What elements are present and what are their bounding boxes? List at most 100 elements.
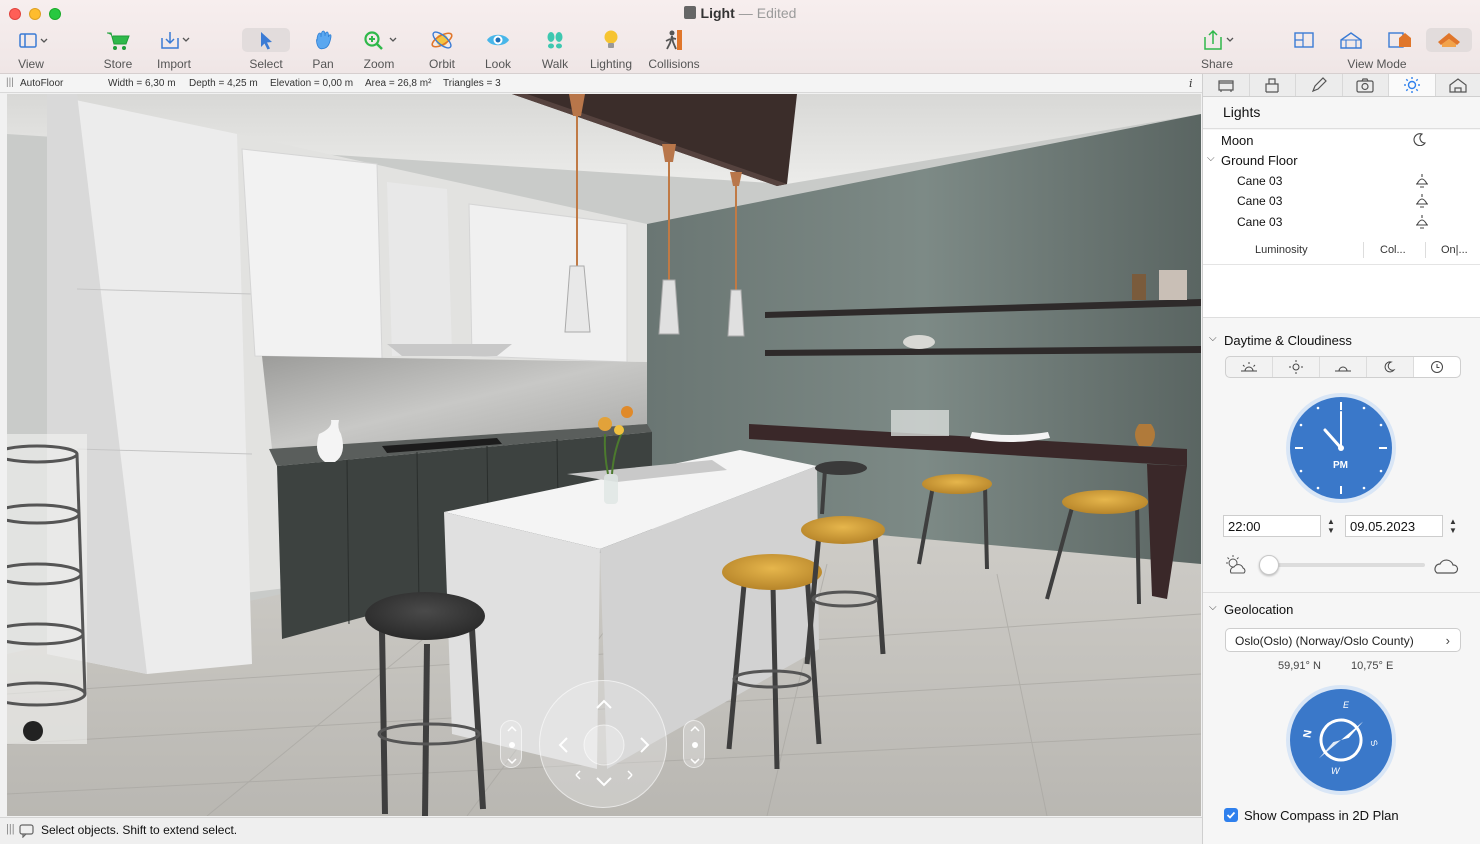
- chevron-down-icon[interactable]: ⌵: [1209, 602, 1217, 613]
- compass-west-label: W: [1331, 766, 1340, 776]
- floorplan-2d-icon: [1294, 32, 1314, 48]
- cloud-icon: [1434, 559, 1459, 574]
- pan-label: Pan: [312, 57, 334, 71]
- orbit-icon: [431, 31, 453, 49]
- checkmark-icon: [1226, 811, 1236, 819]
- orbit-label: Orbit: [428, 57, 455, 71]
- arrow-cursor-icon: [261, 32, 272, 50]
- view-label: View: [18, 57, 44, 71]
- night-button[interactable]: [1367, 357, 1414, 377]
- date-stepper[interactable]: ▲ ▼: [1447, 515, 1459, 537]
- compass-dial[interactable]: [1285, 684, 1397, 796]
- tab-lights[interactable]: [1389, 74, 1436, 96]
- show-compass-checkbox[interactable]: [1224, 808, 1238, 822]
- navigation-joystick[interactable]: [539, 680, 667, 808]
- app-window: Light — Edited View Store Import Select Pa…: [0, 0, 1480, 844]
- light-bulb-icon: [604, 30, 618, 48]
- select-label: Select: [249, 57, 283, 71]
- lamp-icon: [1416, 194, 1428, 208]
- chevron-down-icon[interactable]: ⌵: [1209, 333, 1217, 344]
- sunrise-button[interactable]: [1226, 357, 1273, 377]
- column-on-off[interactable]: On|...: [1441, 244, 1468, 256]
- info-icon[interactable]: i: [1189, 77, 1193, 90]
- tab-house[interactable]: [1436, 74, 1480, 96]
- window-title: Light — Edited: [0, 5, 1480, 21]
- look-tool-button[interactable]: Look: [477, 28, 519, 71]
- clock-icon: [1431, 361, 1443, 373]
- zoom-tool-button[interactable]: Zoom: [356, 28, 402, 71]
- divider: [1203, 317, 1480, 318]
- moon-icon: [1384, 361, 1396, 373]
- sunset-icon: [1335, 366, 1351, 372]
- elevation-value: Elevation = 0,00 m: [270, 78, 354, 89]
- view-mode-2d-button[interactable]: [1290, 28, 1318, 52]
- lights-list-empty: [1203, 265, 1480, 317]
- share-button[interactable]: Share: [1196, 28, 1238, 71]
- tree-item-light[interactable]: Cane 03: [1237, 194, 1282, 208]
- lighting-button[interactable]: Lighting: [588, 28, 634, 71]
- collision-person-icon: [665, 30, 682, 50]
- store-button[interactable]: Store: [96, 28, 140, 71]
- panel-title: Lights: [1223, 104, 1261, 120]
- custom-time-button[interactable]: [1414, 357, 1460, 377]
- daytime-segmented-control: [1225, 356, 1461, 378]
- geolocation-heading[interactable]: Geolocation: [1224, 602, 1293, 617]
- collisions-button[interactable]: Collisions: [646, 28, 702, 71]
- zoom-icon: [364, 31, 397, 50]
- 3d-viewport[interactable]: [7, 94, 1201, 816]
- tab-camera[interactable]: [1343, 74, 1389, 96]
- tree-item-light[interactable]: Cane 03: [1237, 174, 1282, 188]
- column-divider: [1363, 242, 1364, 258]
- status-grip-icon[interactable]: |||: [6, 823, 15, 835]
- column-luminosity[interactable]: Luminosity: [1255, 244, 1308, 256]
- sunset-button[interactable]: [1320, 357, 1367, 377]
- layer-name: AutoFloor: [20, 78, 64, 89]
- longitude-value: 10,75° E: [1351, 660, 1394, 672]
- tab-furniture[interactable]: [1203, 74, 1250, 96]
- tree-item-light[interactable]: Cane 03: [1237, 215, 1282, 229]
- show-compass-label[interactable]: Show Compass in 2D Plan: [1244, 808, 1399, 823]
- tree-item-ground-floor[interactable]: Ground Floor: [1221, 153, 1298, 168]
- import-button[interactable]: Import: [152, 28, 196, 71]
- view-button[interactable]: View: [10, 28, 52, 71]
- tab-materials[interactable]: [1296, 74, 1343, 96]
- time-stepper[interactable]: ▲ ▼: [1325, 515, 1337, 537]
- noon-button[interactable]: [1273, 357, 1320, 377]
- elevation-right-control[interactable]: [683, 720, 705, 768]
- cloudiness-slider-thumb[interactable]: [1259, 555, 1279, 575]
- select-tool-button[interactable]: Select: [244, 28, 288, 71]
- daytime-heading[interactable]: Daytime & Cloudiness: [1224, 333, 1352, 348]
- pitch-arrows-icon: [690, 725, 700, 765]
- tab-building[interactable]: [1250, 74, 1296, 96]
- view-mode-render-button[interactable]: [1435, 28, 1463, 52]
- roof-house-icon: [1438, 33, 1460, 47]
- orbit-tool-button[interactable]: Orbit: [420, 28, 464, 71]
- import-label: Import: [156, 57, 191, 71]
- share-icon: [1204, 29, 1234, 50]
- elevation-arrows-icon: [507, 725, 517, 765]
- grip-handle-icon[interactable]: |||: [6, 77, 14, 88]
- depth-value: Depth = 4,25 m: [189, 78, 258, 89]
- building-icon: [1265, 78, 1279, 93]
- tree-item-moon[interactable]: Moon: [1221, 133, 1254, 148]
- sun-icon: [1403, 77, 1420, 93]
- inspector-tabs: [1203, 74, 1480, 97]
- pan-tool-button[interactable]: Pan: [302, 28, 344, 71]
- date-field[interactable]: 09.05.2023: [1345, 515, 1443, 537]
- divider: [1203, 128, 1480, 129]
- import-icon: [161, 32, 190, 49]
- time-field[interactable]: 22:00: [1223, 515, 1321, 537]
- elevation-left-control[interactable]: [500, 720, 522, 768]
- title-bar: Light — Edited View Store Import Select Pa…: [0, 0, 1480, 74]
- location-dropdown[interactable]: Oslo(Oslo) (Norway/Oslo County) ›: [1225, 628, 1461, 652]
- column-color[interactable]: Col...: [1380, 244, 1406, 256]
- status-bar: ||| Select objects. Shift to extend sele…: [0, 817, 1202, 844]
- analog-clock[interactable]: [1285, 392, 1397, 504]
- sunrise-icon: [1241, 362, 1257, 372]
- footsteps-icon: [547, 32, 563, 49]
- view-mode-split-button[interactable]: [1386, 28, 1414, 52]
- chevron-down-icon[interactable]: ⌵: [1207, 153, 1215, 164]
- walk-tool-button[interactable]: Walk: [534, 28, 576, 71]
- compass-east-label: E: [1343, 700, 1350, 710]
- cloudiness-slider-track[interactable]: [1261, 563, 1425, 567]
